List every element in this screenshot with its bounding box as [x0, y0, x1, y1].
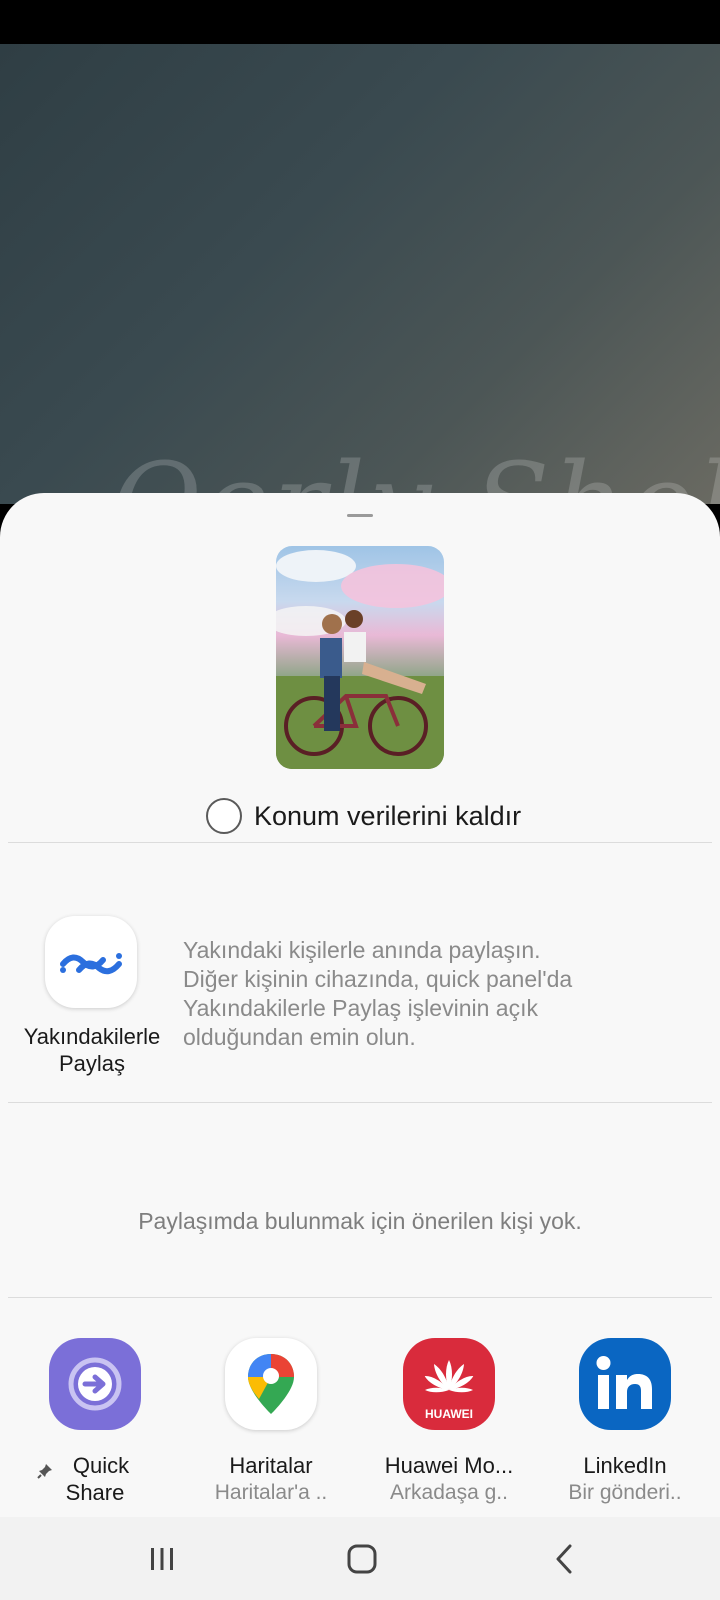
home-button[interactable] [292, 1517, 432, 1600]
app-quick-share[interactable]: Quick Share [7, 1338, 183, 1506]
description-line: Diğer kişinin cihazında, quick panel'da [183, 966, 573, 992]
pin-icon [37, 1464, 52, 1479]
nearby-share-label-line2: Paylaş [58, 1051, 126, 1076]
svg-text:HUAWEI: HUAWEI [425, 1407, 473, 1421]
nearby-share-label: Yakındakilerle Paylaş [14, 1023, 170, 1077]
shared-image-preview [276, 546, 444, 769]
divider [8, 842, 712, 843]
app-name: Haritalar [229, 1453, 313, 1478]
app-huawei[interactable]: HUAWEI Huawei Mo... Arkadaşa g.. [361, 1338, 537, 1506]
huawei-icon: HUAWEI [403, 1338, 495, 1430]
description-line: Yakındaki kişilerle anında paylaşın. [183, 937, 541, 963]
divider [8, 1102, 712, 1103]
divider [8, 1297, 712, 1298]
recents-button[interactable] [92, 1517, 232, 1600]
app-name: LinkedIn [583, 1453, 667, 1478]
app-subtitle: Haritalar'a .. [214, 1481, 328, 1504]
app-name: Huawei Mo... [384, 1453, 514, 1478]
status-bar [0, 0, 720, 44]
back-button[interactable] [494, 1517, 634, 1600]
recents-icon [151, 1547, 173, 1570]
drag-handle[interactable] [347, 514, 373, 517]
nearby-share-description: Yakındaki kişilerle anında paylaşın. Diğ… [183, 936, 703, 1052]
couple-on-bicycle-photo [276, 550, 444, 769]
app-subtitle: Bir gönderi.. [568, 1481, 682, 1504]
nearby-share-button[interactable] [45, 916, 137, 1008]
navigation-bar [0, 1517, 720, 1600]
remove-location-option[interactable]: Konum verilerini kaldır [206, 796, 521, 836]
remove-location-radio[interactable] [206, 798, 242, 834]
app-subtitle: Arkadaşa g.. [390, 1481, 508, 1504]
description-line: olduğundan emin olun. [183, 1024, 416, 1050]
linkedin-icon [579, 1338, 671, 1430]
home-icon [347, 1544, 377, 1573]
remove-location-label: Konum verilerini kaldır [254, 800, 522, 831]
nearby-share-label-line1: Yakındakilerle [23, 1024, 161, 1049]
back-icon [556, 1544, 572, 1573]
quick-share-icon [49, 1338, 141, 1430]
app-linkedin[interactable]: LinkedIn Bir gönderi.. [537, 1338, 713, 1506]
nearby-share-icon [60, 953, 122, 975]
app-name: Quick [72, 1453, 130, 1478]
app-maps[interactable]: Haritalar Haritalar'a .. [183, 1338, 359, 1506]
background-image: Qerly Shol [0, 44, 720, 504]
description-line: Yakındakilerle Paylaş işlevinin açık [183, 995, 538, 1021]
google-maps-icon [225, 1338, 317, 1430]
no-suggested-contacts-text: Paylaşımda bulunmak için önerilen kişi y… [138, 1208, 582, 1234]
app-name-line2: Share [65, 1480, 125, 1505]
share-sheet: Konum verilerini kaldır Yakındakilerle P… [0, 493, 720, 1517]
